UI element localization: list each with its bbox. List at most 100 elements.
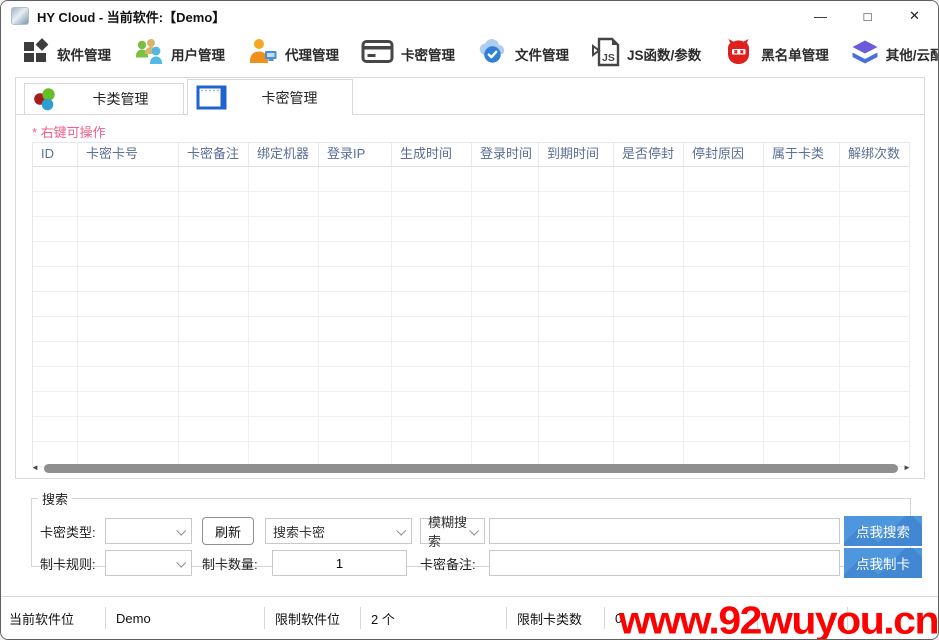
maximize-icon[interactable]: □	[844, 1, 891, 31]
table-cell	[764, 242, 840, 267]
table-cell	[764, 217, 840, 242]
table-cell	[179, 392, 249, 417]
search-mode-select[interactable]: 模糊搜索	[420, 518, 485, 544]
table-cell	[539, 267, 614, 292]
table-row[interactable]	[33, 242, 910, 267]
table-row[interactable]	[33, 417, 910, 442]
search-mode-select-value: 模糊搜索	[428, 512, 470, 550]
table-row[interactable]	[33, 267, 910, 292]
toolbar-item-blacklist[interactable]: 黑名单管理	[723, 38, 829, 70]
table-cell	[179, 342, 249, 367]
table-cell	[33, 392, 78, 417]
table-cell	[78, 317, 179, 342]
table-cell	[764, 367, 840, 392]
table-cell	[840, 417, 910, 442]
status-current-slot-value: Demo	[105, 607, 264, 629]
table-cell	[179, 267, 249, 292]
table-cell	[319, 167, 392, 192]
minimize-icon[interactable]: —	[797, 1, 844, 31]
toolbar-item-js[interactable]: JS JS函数/参数	[591, 37, 701, 72]
credit-card-icon	[361, 39, 394, 69]
table-cell	[319, 192, 392, 217]
tab-card-types[interactable]: 卡类管理	[24, 83, 184, 115]
table-row[interactable]	[33, 217, 910, 242]
table-row[interactable]	[33, 342, 910, 367]
table-cell	[614, 342, 684, 367]
table-row[interactable]	[33, 367, 910, 392]
column-header-bound-machine[interactable]: 绑定机器	[249, 143, 319, 166]
search-keyword-input[interactable]	[489, 518, 840, 544]
close-icon[interactable]: ✕	[891, 1, 938, 31]
table-row[interactable]	[33, 192, 910, 217]
table-cell	[392, 317, 472, 342]
make-count-input[interactable]	[272, 550, 407, 576]
table-row[interactable]	[33, 317, 910, 342]
table-row[interactable]	[33, 392, 910, 417]
table-cell	[764, 192, 840, 217]
table-cell	[614, 167, 684, 192]
table-cell	[764, 392, 840, 417]
table-cell	[840, 242, 910, 267]
toolbar-label: 文件管理	[515, 44, 569, 64]
refresh-button[interactable]: 刷新	[202, 517, 254, 545]
column-header-unbind-count[interactable]: 解绑次数	[840, 143, 910, 166]
table-cell	[614, 267, 684, 292]
card-remark-input[interactable]	[489, 550, 840, 576]
horizontal-scrollbar[interactable]: ◄ ►	[30, 462, 912, 474]
make-card-row: 制卡规则: 制卡数量: 卡密备注: 点我制卡	[32, 548, 910, 578]
column-header-create-time[interactable]: 生成时间	[392, 143, 472, 166]
scroll-right-icon[interactable]: ►	[902, 462, 912, 474]
column-header-login-time[interactable]: 登录时间	[472, 143, 539, 166]
table-cell	[392, 367, 472, 392]
search-field-select-value: 搜索卡密	[273, 522, 325, 541]
table-cell	[614, 317, 684, 342]
toolbar-item-agents[interactable]: 代理管理	[247, 38, 339, 70]
toolbar-label: 黑名单管理	[761, 44, 829, 64]
search-field-select[interactable]: 搜索卡密	[265, 518, 412, 544]
table-cell	[392, 392, 472, 417]
table-cell	[249, 167, 319, 192]
table-cell	[179, 417, 249, 442]
column-header-is-banned[interactable]: 是否停封	[614, 143, 684, 166]
table-cell	[539, 192, 614, 217]
toolbar-item-cards[interactable]: 卡密管理	[361, 39, 455, 69]
title-bar: HY Cloud - 当前软件:【Demo】 — □ ✕	[1, 1, 938, 31]
table-cell	[78, 292, 179, 317]
table-cell	[472, 317, 539, 342]
card-remark-label: 卡密备注:	[420, 554, 476, 573]
search-button[interactable]: 点我搜索	[844, 516, 922, 546]
scroll-left-icon[interactable]: ◄	[30, 462, 40, 474]
column-header-card-remark[interactable]: 卡密备注	[179, 143, 249, 166]
column-header-expire-time[interactable]: 到期时间	[539, 143, 614, 166]
table-cell	[179, 167, 249, 192]
table-row[interactable]	[33, 167, 910, 192]
column-header-card-type[interactable]: 属于卡类	[764, 143, 840, 166]
scrollbar-thumb[interactable]	[44, 464, 898, 473]
tab-card-keys[interactable]: 卡密管理	[187, 79, 353, 115]
table-cell	[179, 367, 249, 392]
table-body	[33, 167, 910, 467]
table-cell	[764, 267, 840, 292]
column-header-login-ip[interactable]: 登录IP	[319, 143, 392, 166]
toolbar-item-other[interactable]: 其他/云配置	[851, 39, 939, 70]
toolbar-item-files[interactable]: 文件管理	[477, 38, 569, 70]
window-controls: — □ ✕	[797, 1, 938, 31]
table-cell	[392, 417, 472, 442]
search-legend: 搜索	[38, 489, 72, 508]
table-row[interactable]	[33, 292, 910, 317]
table-cell	[249, 367, 319, 392]
toolbar-label: 用户管理	[171, 44, 225, 64]
table-cell	[472, 217, 539, 242]
make-rule-select[interactable]	[105, 550, 192, 576]
column-header-ban-reason[interactable]: 停封原因	[684, 143, 764, 166]
card-type-select[interactable]	[105, 518, 192, 544]
column-header-card-no[interactable]: 卡密卡号	[78, 143, 179, 166]
table-cell	[840, 392, 910, 417]
table-cell	[684, 267, 764, 292]
table-cell	[539, 217, 614, 242]
table-cell	[764, 292, 840, 317]
make-card-button[interactable]: 点我制卡	[844, 548, 922, 578]
toolbar-item-users[interactable]: 用户管理	[133, 38, 225, 70]
column-header-id[interactable]: ID	[33, 143, 78, 166]
toolbar-item-software[interactable]: 软件管理	[23, 38, 111, 70]
